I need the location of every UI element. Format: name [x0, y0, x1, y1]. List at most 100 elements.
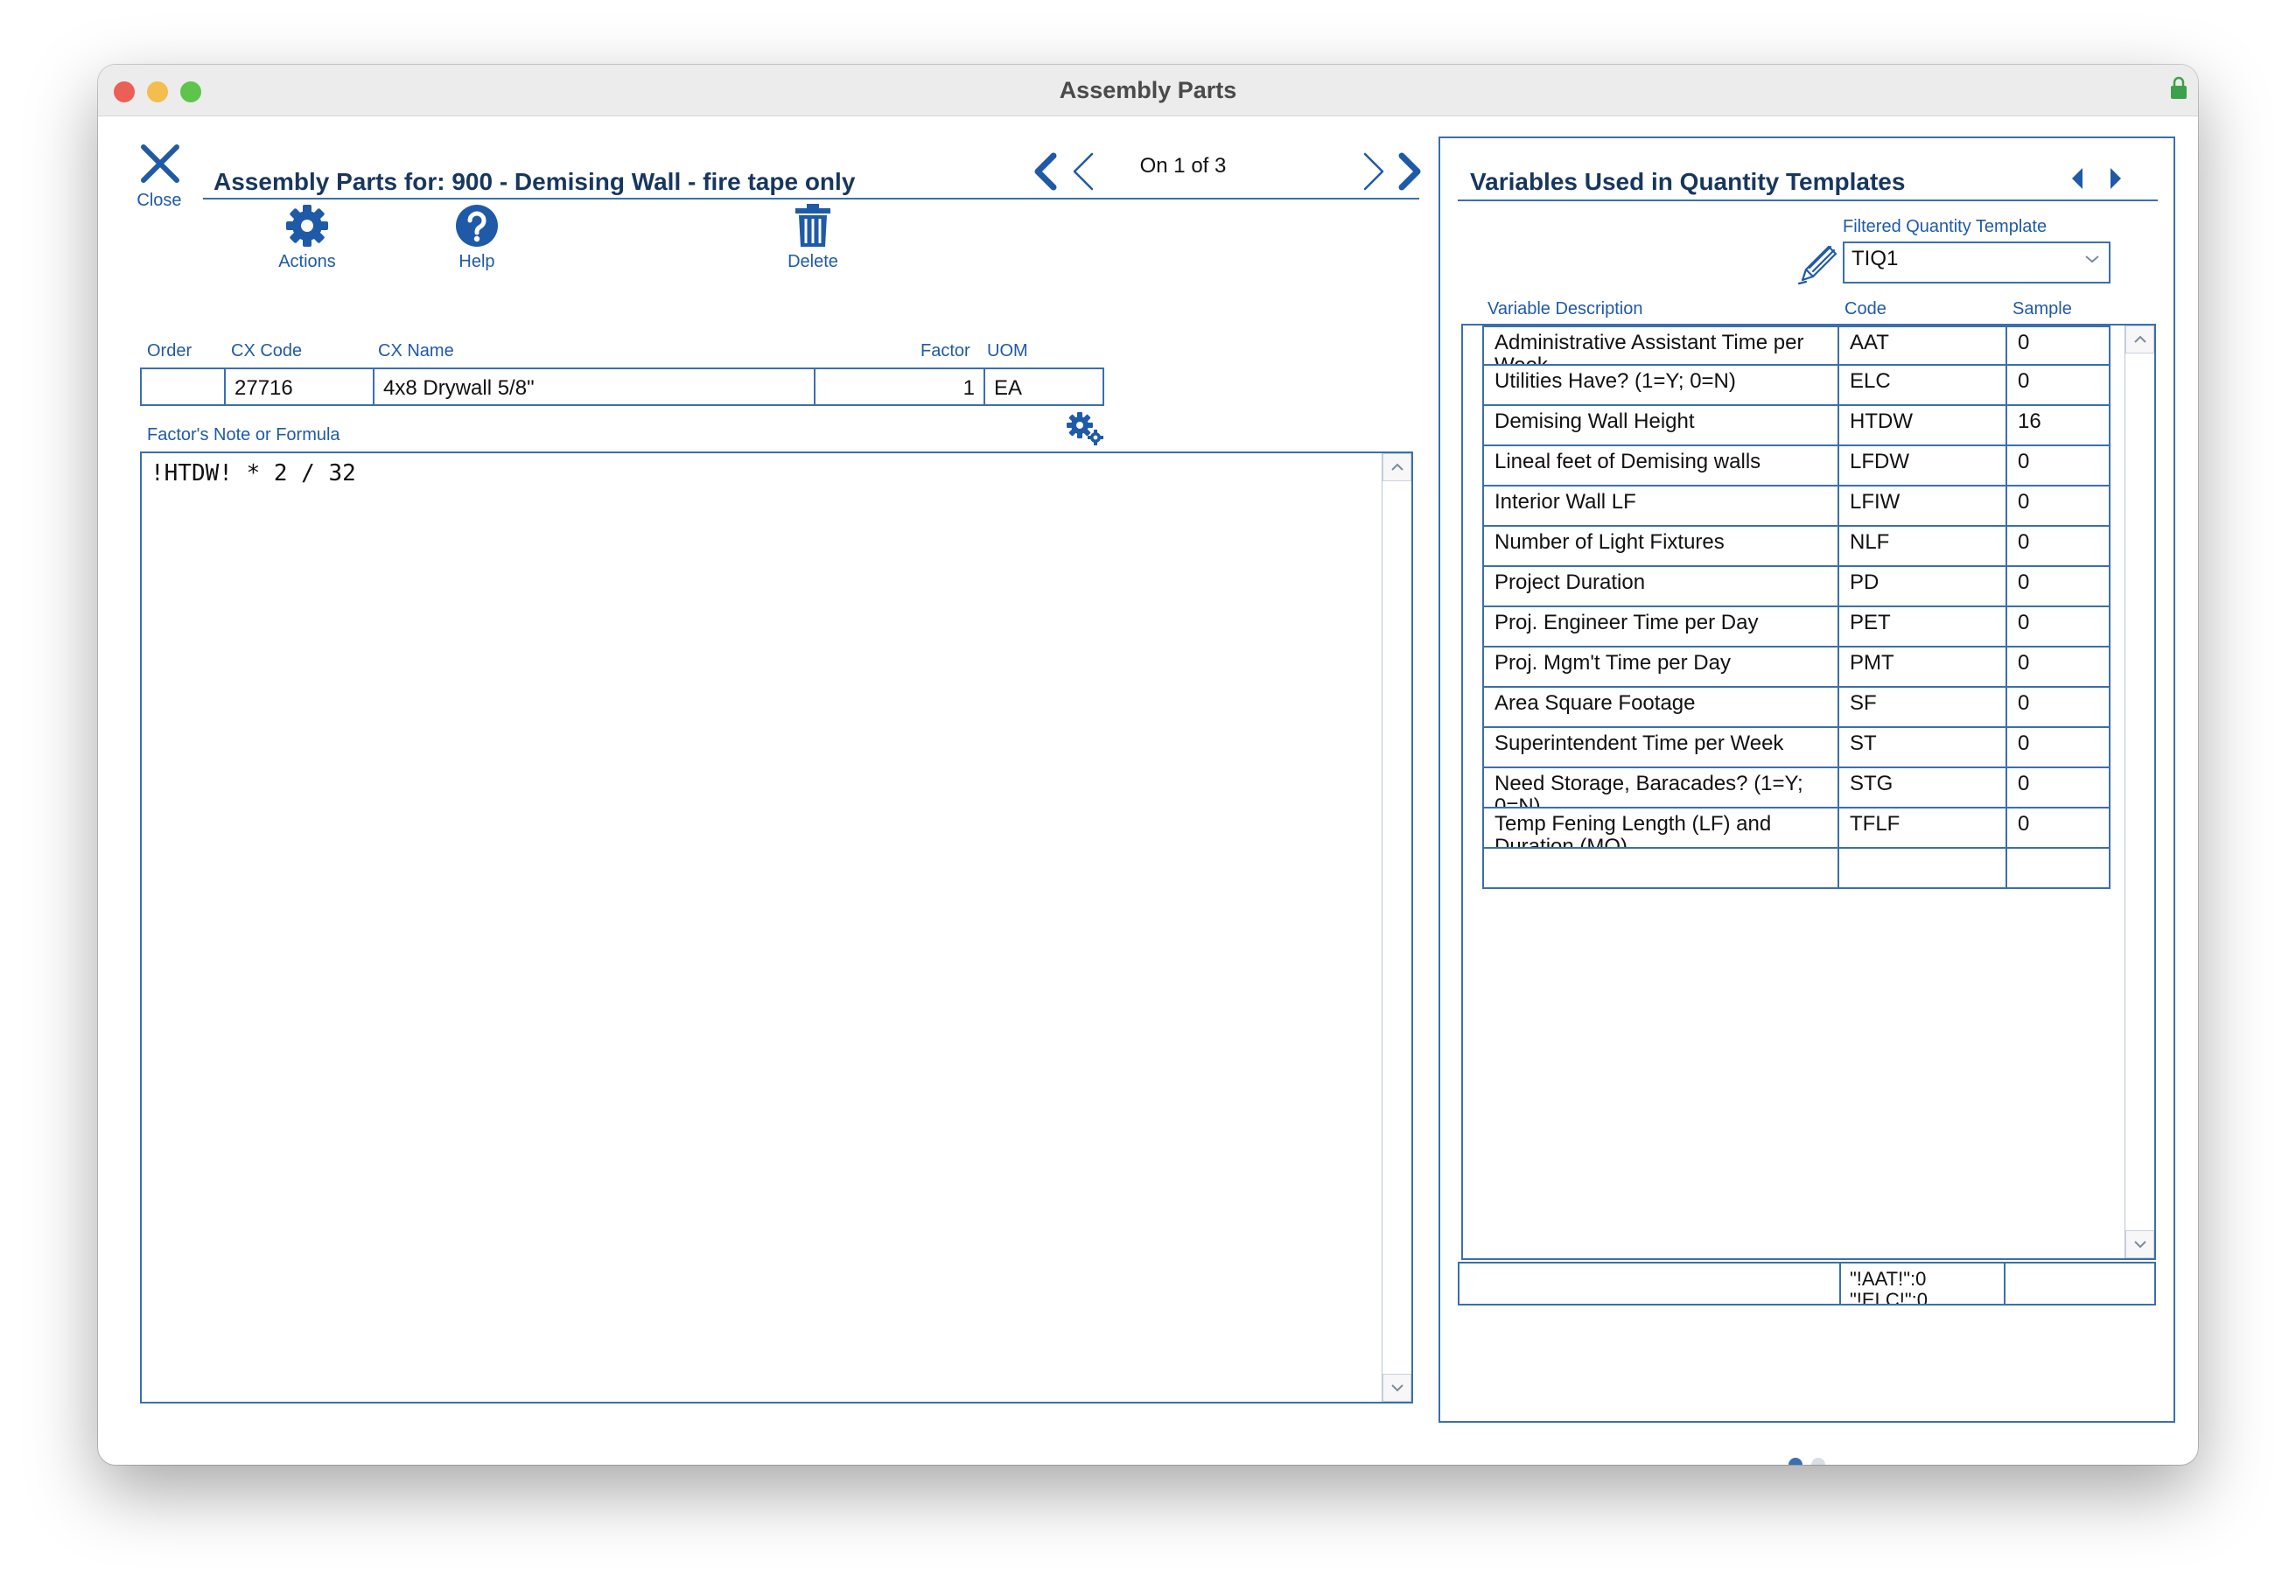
- close-icon: [141, 144, 179, 183]
- filter-template-select[interactable]: TIQ1: [1843, 242, 2110, 284]
- sample-cell[interactable]: 0: [2006, 446, 2110, 486]
- chevron-down-icon: [1390, 1384, 1404, 1392]
- code-cell[interactable]: ELC: [1838, 366, 2007, 406]
- sample-cell[interactable]: 16: [2006, 406, 2110, 446]
- close-button[interactable]: Close: [133, 144, 186, 214]
- variable-description-cell[interactable]: Proj. Mgm't Time per Day: [1482, 648, 1839, 688]
- page-indicator: [1788, 1458, 1834, 1465]
- formula-textarea[interactable]: !HTDW! * 2 / 32: [140, 452, 1413, 1404]
- code-cell[interactable]: PET: [1838, 607, 2007, 648]
- scroll-up-button[interactable]: [1382, 453, 1411, 481]
- sample-cell[interactable]: [2006, 849, 2110, 889]
- sample-cell[interactable]: 0: [2006, 648, 2110, 688]
- code-cell[interactable]: HTDW: [1838, 406, 2007, 446]
- chevron-up-icon: [1390, 463, 1404, 471]
- trash-icon: [795, 204, 830, 247]
- code-cell[interactable]: STG: [1838, 768, 2007, 808]
- page-title: Assembly Parts for: 900 - Demising Wall …: [214, 168, 856, 195]
- sample-cell[interactable]: 0: [2006, 326, 2110, 366]
- code-cell[interactable]: TFLF: [1838, 808, 2007, 849]
- filter-template-label: Filtered Quantity Template: [1843, 217, 2048, 236]
- formula-scrollbar[interactable]: [1382, 453, 1411, 1402]
- variable-description-cell[interactable]: Number of Light Fixtures: [1482, 527, 1839, 567]
- sample-cell[interactable]: 0: [2006, 728, 2110, 768]
- variable-description-cell[interactable]: Proj. Engineer Time per Day: [1482, 607, 1839, 648]
- code-cell[interactable]: PD: [1838, 567, 2007, 607]
- edit-pen-icon[interactable]: [1796, 243, 1839, 287]
- factor-field[interactable]: 1: [814, 368, 985, 406]
- variables-title-divider: [1458, 200, 2158, 201]
- code-cell[interactable]: [1838, 849, 2007, 889]
- last-record-icon[interactable]: [1395, 150, 1426, 192]
- uom-column-label: UOM: [987, 341, 1028, 360]
- code-cell[interactable]: LFIW: [1838, 486, 2007, 527]
- sample-cell[interactable]: 0: [2006, 527, 2110, 567]
- title-divider: [203, 198, 1419, 200]
- chevron-up-icon: [2133, 335, 2146, 343]
- factor-column-label: Factor: [920, 341, 970, 360]
- actions-button[interactable]: Actions: [259, 203, 355, 273]
- sample-cell[interactable]: 0: [2006, 607, 2110, 648]
- variable-description-cell[interactable]: Temp Fening Length (LF) and Duration (MO…: [1482, 808, 1839, 849]
- code-cell[interactable]: AAT: [1838, 326, 2007, 366]
- code-cell[interactable]: PMT: [1838, 648, 2007, 688]
- code-cell[interactable]: ST: [1838, 728, 2007, 768]
- variables-scrollbar[interactable]: [2124, 326, 2154, 1258]
- page-dot[interactable]: [1811, 1458, 1825, 1465]
- variable-description-cell[interactable]: Lineal feet of Demising walls: [1482, 446, 1839, 486]
- formula-label: Factor's Note or Formula: [147, 425, 340, 444]
- sample-cell[interactable]: 0: [2006, 688, 2110, 728]
- previous-page-icon[interactable]: [2067, 164, 2088, 192]
- sample-header: Sample: [2012, 299, 2072, 318]
- table-scroll-down-button[interactable]: [2125, 1230, 2154, 1258]
- page-dot-active[interactable]: [1788, 1458, 1802, 1465]
- next-record-icon[interactable]: [1358, 150, 1390, 192]
- table-scroll-up-button[interactable]: [2125, 326, 2154, 354]
- code-cell[interactable]: NLF: [1838, 527, 2007, 567]
- variables-table: Administrative Assistant Time per Week AA…: [1461, 324, 2156, 1260]
- variables-summary-row: "!AAT!":0 "!ELC!":0: [1458, 1262, 2156, 1306]
- delete-label: Delete: [788, 252, 838, 271]
- sample-cell[interactable]: 0: [2006, 486, 2110, 527]
- variable-description-cell[interactable]: Project Duration: [1482, 567, 1839, 607]
- record-counter: On 1 of 3: [1139, 154, 1227, 178]
- first-record-icon[interactable]: [1029, 150, 1060, 192]
- order-field[interactable]: [140, 368, 226, 406]
- variable-description-cell[interactable]: Superintendent Time per Week: [1482, 728, 1839, 768]
- cx-code-field[interactable]: 27716: [224, 368, 374, 406]
- delete-button[interactable]: Delete: [765, 203, 861, 273]
- uom-field[interactable]: EA: [984, 368, 1104, 406]
- title-bar: Assembly Parts: [98, 65, 2198, 116]
- help-label: Help: [458, 252, 495, 271]
- formula-text: !HTDW! * 2 / 32: [150, 460, 356, 486]
- scroll-down-button[interactable]: [1382, 1374, 1411, 1402]
- variable-description-cell[interactable]: [1482, 849, 1839, 889]
- cx-name-column-label: CX Name: [378, 341, 454, 360]
- actions-label: Actions: [278, 252, 336, 271]
- previous-record-icon[interactable]: [1068, 150, 1099, 192]
- sample-cell[interactable]: 0: [2006, 808, 2110, 849]
- cx-name-field[interactable]: 4x8 Drywall 5/8": [373, 368, 816, 406]
- filter-template-value: TIQ1: [1852, 247, 1899, 270]
- variable-description-cell[interactable]: Interior Wall LF: [1482, 486, 1839, 527]
- variable-description-cell[interactable]: Need Storage, Baracades? (1=Y; 0=N): [1482, 768, 1839, 808]
- help-button[interactable]: Help: [429, 203, 525, 273]
- variable-description-header: Variable Description: [1488, 299, 1643, 318]
- sample-cell[interactable]: 0: [2006, 768, 2110, 808]
- variables-summary-value: "!AAT!":0 "!ELC!":0: [1839, 1264, 2006, 1304]
- help-icon: [456, 205, 498, 247]
- variable-description-cell[interactable]: Utilities Have? (1=Y; 0=N): [1482, 366, 1839, 406]
- formula-settings-icon[interactable]: [1066, 411, 1104, 446]
- variable-description-cell[interactable]: Administrative Assistant Time per Week: [1482, 326, 1839, 366]
- assembly-parts-window: Assembly Parts Close Assembly Parts for:…: [98, 65, 2198, 1465]
- gear-icon: [286, 205, 328, 247]
- next-page-icon[interactable]: [2105, 164, 2126, 192]
- cx-code-column-label: CX Code: [231, 341, 303, 360]
- code-cell[interactable]: LFDW: [1838, 446, 2007, 486]
- code-cell[interactable]: SF: [1838, 688, 2007, 728]
- sample-cell[interactable]: 0: [2006, 567, 2110, 607]
- chevron-down-icon: [2085, 256, 2099, 263]
- sample-cell[interactable]: 0: [2006, 366, 2110, 406]
- variable-description-cell[interactable]: Area Square Footage: [1482, 688, 1839, 728]
- variable-description-cell[interactable]: Demising Wall Height: [1482, 406, 1839, 446]
